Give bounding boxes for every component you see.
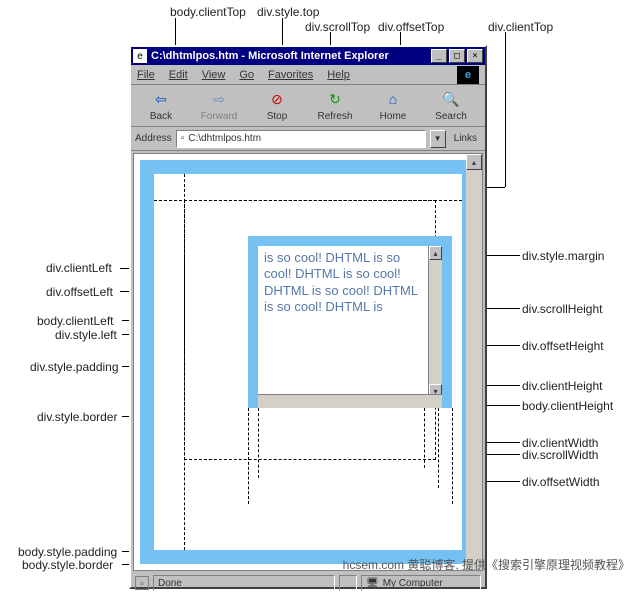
menu-file[interactable]: File (137, 69, 155, 81)
label-div-style-border: div.style.border (37, 410, 117, 424)
label-div-offsetwidth: div.offsetWidth (522, 475, 600, 489)
label-div-style-padding: div.style.padding (30, 360, 119, 374)
menu-help[interactable]: Help (327, 69, 350, 81)
status-empty (339, 575, 357, 591)
div-client-region: is so cool! DHTML is so cool! DHTML is s… (258, 246, 442, 398)
label-div-offsetleft: div.offsetLeft (46, 285, 113, 299)
status-text: Done (153, 575, 335, 591)
label-body-clienttop: body.clientTop (170, 5, 246, 19)
back-button[interactable]: ⇦Back (137, 89, 185, 122)
address-field[interactable]: ▫C:\dhtmlpos.htm (176, 130, 426, 148)
body-padding-region: is so cool! DHTML is so cool! DHTML is s… (154, 174, 462, 550)
status-doc-icon: ▫ (135, 576, 149, 590)
maximize-button[interactable]: □ (449, 49, 465, 63)
label-div-clienttop: div.clientTop (488, 20, 553, 34)
div-vertical-scrollbar[interactable]: ▴ ▾ (428, 246, 442, 398)
menu-view[interactable]: View (202, 69, 226, 81)
body-border-region: is so cool! DHTML is so cool! DHTML is s… (140, 160, 476, 564)
search-icon: 🔍 (440, 89, 462, 109)
stop-button[interactable]: ⊘Stop (253, 89, 301, 122)
browser-window: e C:\dhtmlpos.htm - Microsoft Internet E… (129, 45, 487, 589)
stop-icon: ⊘ (266, 89, 288, 109)
label-div-offsetheight: div.offsetHeight (522, 339, 604, 353)
forward-icon: ⇨ (208, 89, 230, 109)
menu-edit[interactable]: Edit (169, 69, 188, 81)
div-content-text: is so cool! DHTML is so cool! DHTML is s… (258, 246, 428, 398)
div-horizontal-scrollbar[interactable] (258, 394, 442, 408)
address-label: Address (135, 133, 172, 144)
label-div-scrollheight: div.scrollHeight (522, 302, 602, 316)
address-dropdown[interactable]: ▼ (430, 130, 446, 148)
label-div-style-margin: div.style.margin (522, 249, 604, 263)
home-icon: ⌂ (382, 89, 404, 109)
menu-bar: File Edit View Go Favorites Help e (131, 65, 485, 85)
links-button[interactable]: Links (450, 133, 481, 144)
ie-logo: e (457, 66, 479, 84)
back-icon: ⇦ (150, 89, 172, 109)
label-div-scrolltop: div.scrollTop (305, 20, 370, 34)
label-body-clientleft: body.clientLeft (37, 314, 114, 328)
window-title: C:\dhtmlpos.htm - Microsoft Internet Exp… (151, 50, 429, 62)
div-border-region: is so cool! DHTML is so cool! DHTML is s… (248, 236, 452, 408)
status-zone: 🖥My Computer (361, 575, 481, 591)
footer-credit: hcsem.com 黄聪博客, 提供《搜索引擎原理视频教程》 (0, 556, 630, 573)
label-div-clientheight: div.clientHeight (522, 379, 602, 393)
status-bar: ▫ Done 🖥My Computer (131, 573, 485, 593)
page-scroll-up-icon[interactable]: ▴ (466, 154, 482, 170)
toolbar: ⇦Back ⇨Forward ⊘Stop ↻Refresh ⌂Home 🔍Sea… (131, 85, 485, 127)
refresh-icon: ↻ (324, 89, 346, 109)
refresh-button[interactable]: ↻Refresh (311, 89, 359, 122)
label-div-style-top: div.style.top (257, 5, 319, 19)
search-button[interactable]: 🔍Search (427, 89, 475, 122)
label-div-clientleft: div.clientLeft (46, 261, 112, 275)
label-div-scrollwidth: div.scrollWidth (522, 448, 598, 462)
page-vertical-scrollbar[interactable]: ▴ (466, 154, 482, 570)
menu-favorites[interactable]: Favorites (268, 69, 313, 81)
computer-icon: 🖥 (366, 578, 379, 589)
label-div-offsettop: div.offsetTop (378, 20, 444, 34)
forward-button[interactable]: ⇨Forward (195, 89, 243, 122)
address-bar: Address ▫C:\dhtmlpos.htm ▼ Links (131, 127, 485, 151)
minimize-button[interactable]: _ (431, 49, 447, 63)
close-button[interactable]: × (467, 49, 483, 63)
content-area: is so cool! DHTML is so cool! DHTML is s… (133, 153, 483, 571)
home-button[interactable]: ⌂Home (369, 89, 417, 122)
label-div-style-left: div.style.left (55, 328, 117, 342)
menu-go[interactable]: Go (239, 69, 254, 81)
scroll-up-icon[interactable]: ▴ (429, 246, 442, 260)
page-icon: ▫ (181, 133, 185, 144)
title-bar[interactable]: e C:\dhtmlpos.htm - Microsoft Internet E… (131, 47, 485, 65)
app-icon: e (133, 49, 147, 63)
label-body-clientheight: body.clientHeight (522, 399, 613, 413)
